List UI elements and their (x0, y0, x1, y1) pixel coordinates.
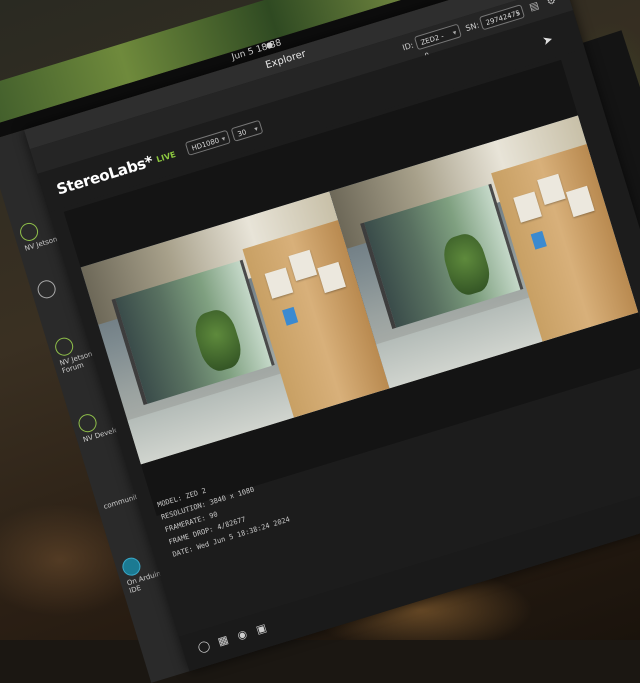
dock-item-sub: Jetson (35, 235, 59, 250)
gear-icon[interactable]: ⚙ (544, 0, 559, 10)
circle-icon (35, 278, 58, 301)
poster (565, 185, 595, 218)
blue-poster (282, 306, 299, 326)
poster (537, 173, 566, 205)
live-badge: LIVE (155, 149, 177, 165)
camera-icon[interactable]: ▣ (253, 621, 270, 638)
resolution-select[interactable]: HD1080 (184, 129, 231, 156)
poster (264, 267, 294, 299)
blue-poster (530, 230, 547, 250)
dock-item-label: NV (23, 242, 36, 253)
poster (317, 261, 346, 294)
folder-icon[interactable]: ▤ (527, 0, 542, 15)
poster (513, 191, 542, 223)
dock-item-sub: communit (102, 492, 139, 511)
id-label: ID: (401, 40, 415, 53)
dock-item-label: NV (82, 433, 95, 444)
record-icon[interactable]: ◯ (195, 638, 212, 655)
sn-label: SN: (464, 20, 481, 34)
signal-icon[interactable]: ◉ (234, 626, 251, 643)
cursor-icon: ➤ (540, 31, 555, 49)
video-icon[interactable]: ▦ (214, 632, 231, 649)
fps-select[interactable]: 30 (230, 119, 264, 142)
poster (288, 249, 318, 282)
